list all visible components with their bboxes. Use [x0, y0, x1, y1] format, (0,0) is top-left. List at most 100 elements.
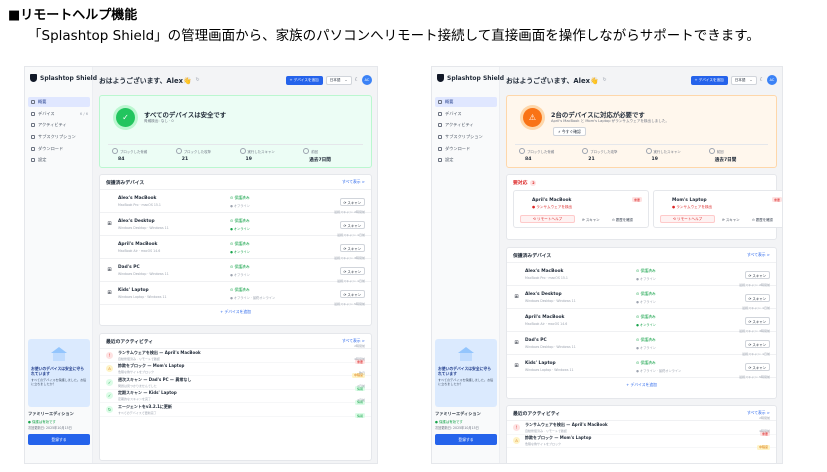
- online-status: ● オフライン · 最終オンライン: [636, 369, 682, 373]
- app-logo[interactable]: Splashtop Shield: [437, 74, 504, 82]
- alert-risk: ● ランサムウェアを検出: [672, 205, 713, 209]
- app-logo[interactable]: Splashtop Shield: [30, 74, 97, 82]
- sidebar-item-settings[interactable]: 設定: [435, 155, 497, 165]
- online-status: ● オフライン: [636, 346, 656, 350]
- sidebar-item-download[interactable]: ダウンロード: [435, 144, 497, 154]
- device-row[interactable]: ⊞ Kids' Laptop Windows Laptop · Windows 11…: [100, 282, 371, 306]
- add-device-button[interactable]: + デバイスを追加: [690, 75, 728, 85]
- section-description: 「Splashtop Shield」の管理画面から、家族のパソコンへリモート接続…: [28, 28, 760, 44]
- activity-item[interactable]: ! ランサムウェアを検出 — April's MacBook 自動修復済み · リモ…: [507, 416, 776, 437]
- register-button[interactable]: 登録する: [28, 434, 90, 445]
- add-device-row[interactable]: + デバイスを追加: [507, 378, 776, 392]
- last-scan: 最終スキャン: 5時間前: [334, 301, 365, 306]
- stat-scans: 実行したスキャン 19: [642, 148, 705, 164]
- scan-button[interactable]: ⟳ スキャン: [744, 317, 770, 325]
- scan-button[interactable]: ⟳ スキャン: [339, 290, 365, 298]
- language-select[interactable]: 日本語 ⌄: [730, 75, 757, 85]
- activity-type-icon: ✓: [106, 392, 113, 400]
- status-title: すべてのデバイスは安全です: [144, 111, 227, 119]
- sidebar-item-settings[interactable]: 設定: [28, 155, 90, 165]
- device-os: Windows Laptop · Windows 11: [118, 294, 167, 299]
- sidebar-item-devices[interactable]: デバイス 6 / 6: [28, 109, 90, 119]
- scan-button[interactable]: ⟳ スキャン: [722, 217, 739, 222]
- sidebar-item-devices[interactable]: デバイス: [435, 109, 497, 119]
- scan-button[interactable]: ⟳ スキャン: [339, 198, 365, 206]
- theme-toggle-icon[interactable]: ☾: [355, 77, 359, 83]
- add-device-row[interactable]: + デバイスを追加: [100, 305, 371, 319]
- scan-button[interactable]: ⟳ スキャン: [339, 221, 365, 229]
- sidebar-item-subscription[interactable]: サブスクリプション: [28, 132, 90, 142]
- device-status: ⊙ 保護済み ● オフライン · 最終オンライン: [230, 287, 276, 300]
- device-row[interactable]: Alex's MacBook MacBook Pro · macOS 15.1 ⊙ …: [100, 190, 371, 214]
- activity-title: ランサムウェアを検出 — April's MacBook: [118, 349, 201, 355]
- activity-item[interactable]: ↻ エージェントをv3.2.1に更新 すべてのデバイスで更新完了 3日前 情報: [100, 398, 371, 419]
- activity-item[interactable]: ✓ 定期スキャン — Kids' Laptop 定期的なスキャンを完了 2日前 情報: [100, 384, 371, 405]
- online-status: ● オフライン: [636, 300, 656, 304]
- scan-button[interactable]: ⟳ スキャン: [582, 217, 599, 222]
- sidebar-item-subscription[interactable]: サブスクリプション: [435, 132, 497, 142]
- activity-icon: [31, 123, 35, 128]
- scan-button[interactable]: ⟳ スキャン: [744, 340, 770, 348]
- sidebar-item-activity[interactable]: アクティビティ: [435, 120, 497, 130]
- history-button[interactable]: ⊙ 履歴を確認: [612, 217, 633, 222]
- scan-button[interactable]: ⟳ スキャン: [744, 363, 770, 371]
- sidebar-item-download[interactable]: ダウンロード: [28, 144, 90, 154]
- device-name: Alex's Desktop: [525, 291, 562, 297]
- register-button[interactable]: 登録する: [435, 434, 497, 445]
- device-row[interactable]: ⊞ Kids' Laptop Windows Laptop · Windows 11…: [507, 355, 776, 379]
- see-all-devices-link[interactable]: すべて表示 >: [342, 179, 365, 185]
- device-name: April's MacBook: [118, 241, 158, 247]
- theme-toggle-icon[interactable]: ☾: [760, 77, 764, 83]
- refresh-icon[interactable]: ↻: [602, 77, 606, 83]
- device-os: Windows Laptop · Windows 11: [525, 367, 574, 372]
- device-status: ⊙ 保護済み ● オンライン: [230, 218, 250, 231]
- scan-button[interactable]: ⟳ スキャン: [744, 271, 770, 279]
- activity-item[interactable]: ⚠ 詐欺をブロック — Mom's Laptop 危険な偽サイトをブロック 4時間前中…: [507, 429, 776, 450]
- scan-button[interactable]: ⟳ スキャン: [339, 244, 365, 252]
- device-row[interactable]: ⊞ Dad's PC Windows Desktop · Windows 11 ⊙ 保…: [507, 332, 776, 356]
- device-row[interactable]: Alex's MacBook MacBook Pro · macOS 15.1 ⊙ …: [507, 263, 776, 287]
- device-icon: ⊞: [107, 267, 112, 273]
- activity-item[interactable]: ✓ 週次スキャン — Dad's PC — 異常なし 問題は見つかりませんでした 昨日…: [100, 371, 371, 392]
- see-all-devices-link[interactable]: すべて表示 >: [747, 252, 770, 258]
- activity-type-icon: !: [106, 351, 113, 359]
- check-now-button[interactable]: ⚡ 今すぐ確認: [553, 127, 586, 136]
- refresh-icon[interactable]: ↻: [195, 77, 199, 83]
- device-row[interactable]: April's MacBook MacBook Air · macOS 14.6 ⊙…: [507, 309, 776, 333]
- top-bar: おはようございます、Alex👋 ↻ + デバイスを追加 日本語 ⌄ ☾ AC: [506, 72, 777, 88]
- scan-button[interactable]: ⟳ スキャン: [744, 294, 770, 302]
- activity-sub: 自動修復済み · リモートで確認: [525, 428, 567, 433]
- protected-devices-header: 保護済みデバイス すべて表示 >: [100, 175, 371, 190]
- language-select[interactable]: 日本語 ⌄: [325, 75, 352, 85]
- promo-title: お使いのデバイスは安全に守られています: [438, 366, 492, 377]
- device-icon: ⊞: [514, 340, 519, 346]
- device-row[interactable]: ⊞ Alex's Desktop Windows Desktop · Windows…: [100, 213, 371, 237]
- sidebar-item-activity[interactable]: アクティビティ: [28, 120, 90, 130]
- device-icon: [513, 271, 520, 278]
- section-heading: ■リモートヘルプ機能: [8, 8, 138, 23]
- avatar[interactable]: AC: [362, 75, 372, 85]
- remote-help-button[interactable]: ⟲ リモートヘルプ: [660, 215, 715, 223]
- sidebar-item-overview[interactable]: 概要: [28, 97, 90, 107]
- remote-help-button[interactable]: ⟲ リモートヘルプ: [520, 215, 575, 223]
- device-row[interactable]: ⊞ Dad's PC Windows Desktop · Windows 11 ⊙ 保…: [100, 259, 371, 283]
- device-os: Windows Desktop · Windows 11: [525, 344, 576, 349]
- activity-sub: 自動修復済み · リモートで確認: [118, 356, 160, 361]
- history-button[interactable]: ⊙ 履歴を確認: [752, 217, 773, 222]
- avatar[interactable]: AC: [767, 75, 777, 85]
- device-row[interactable]: ⊞ Alex's Desktop Windows Desktop · Windows…: [507, 286, 776, 310]
- device-row[interactable]: April's MacBook MacBook Air · macOS 14.6 ⊙…: [100, 236, 371, 260]
- shield-check-icon: ✓: [116, 108, 135, 127]
- activity-item[interactable]: ! ランサムウェアを検出 — April's MacBook 自動修復済み · リモ…: [100, 344, 371, 365]
- promo-desc: すべてのデバイスを保護しました。お役に立ちましたか？: [438, 378, 494, 387]
- recent-activity-card: 最近のアクティビティ すべて表示 > ! ランサムウェアを検出 — April's …: [99, 333, 372, 461]
- add-device-button[interactable]: + デバイスを追加: [285, 75, 323, 85]
- activity-time: 4時間前: [354, 357, 365, 362]
- device-name: Alex's MacBook: [118, 195, 157, 201]
- sidebar-item-overview[interactable]: 概要: [435, 97, 497, 107]
- stats-row: ブロックした脅威 84 ブロックした攻撃 21 実行したスキャン 19 前回 過去7日間: [108, 144, 363, 164]
- activity-item[interactable]: ⚠ 詐欺をブロック — Mom's Laptop 危険な偽サイトをブロック 4時間前中…: [100, 357, 371, 378]
- device-os: MacBook Air · macOS 14.6: [525, 321, 568, 326]
- scan-button[interactable]: ⟳ スキャン: [339, 267, 365, 275]
- chevron-down-icon: ⌄: [749, 78, 753, 82]
